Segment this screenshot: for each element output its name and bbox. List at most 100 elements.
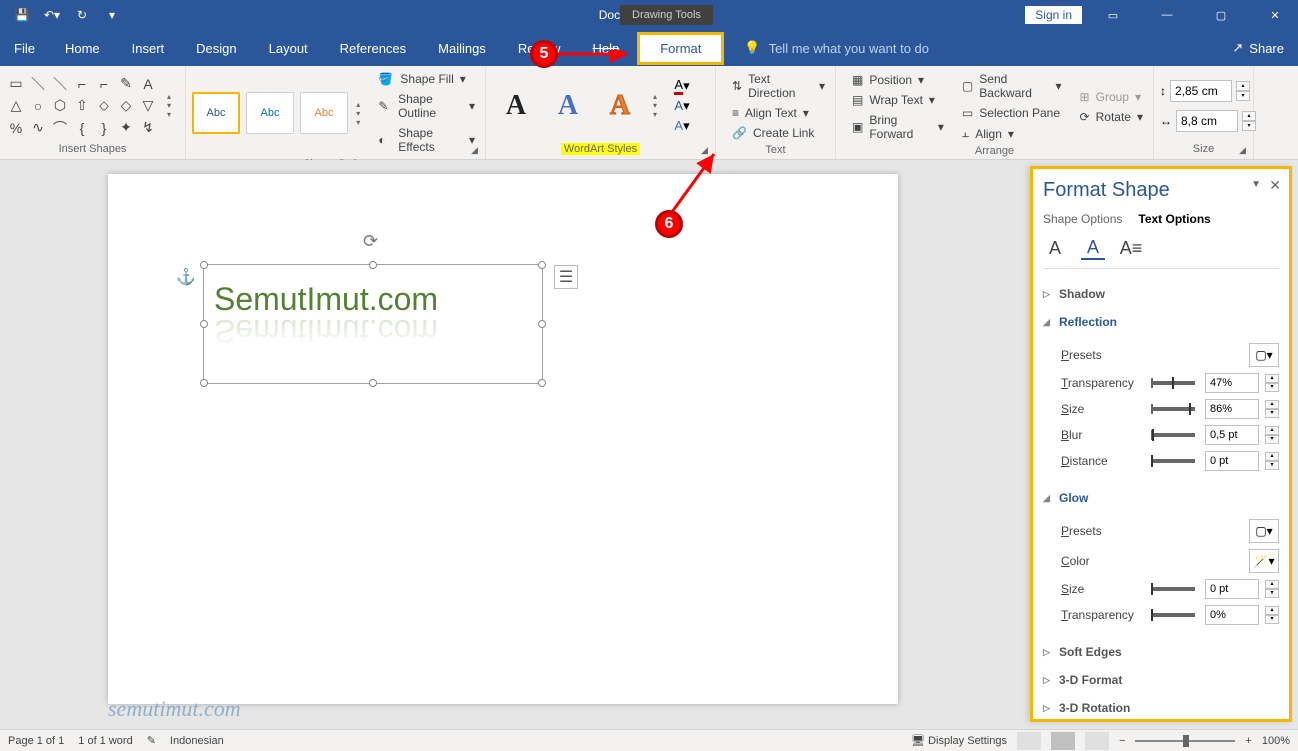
tab-layout[interactable]: Layout [253, 32, 324, 65]
pane-close-icon[interactable]: ✕ [1269, 177, 1281, 194]
pane-options-icon[interactable]: ▼ [1251, 179, 1261, 190]
wordart-style-3[interactable]: A [596, 85, 644, 127]
reflection-blur-input[interactable] [1205, 425, 1259, 445]
section-reflection[interactable]: ◢Reflection [1043, 311, 1279, 333]
pane-tab-shape-options[interactable]: Shape Options [1043, 212, 1122, 226]
reflection-transparency-slider[interactable] [1151, 381, 1195, 385]
save-icon[interactable]: 💾 [8, 2, 36, 28]
tab-file[interactable]: File [0, 32, 49, 65]
wordart-style-2[interactable]: A [544, 85, 592, 127]
shape-styles-more-icon[interactable]: ▴▾▾ [352, 100, 364, 127]
status-page[interactable]: Page 1 of 1 [8, 735, 64, 747]
reflection-distance-slider[interactable] [1151, 459, 1195, 463]
sign-in-button[interactable]: Sign in [1025, 6, 1082, 24]
glow-transparency-input[interactable] [1205, 605, 1259, 625]
selection-pane-button[interactable]: ▭Selection Pane [958, 104, 1066, 122]
zoom-level[interactable]: 100% [1262, 735, 1290, 747]
reflection-size-spinner[interactable]: ▴▾ [1265, 400, 1279, 418]
resize-handle[interactable] [200, 379, 208, 387]
reflection-transparency-spinner[interactable]: ▴▾ [1265, 374, 1279, 392]
reflection-transparency-input[interactable] [1205, 373, 1259, 393]
reflection-distance-spinner[interactable]: ▴▾ [1265, 452, 1279, 470]
pane-tab-text-options[interactable]: Text Options [1138, 212, 1210, 226]
undo-icon[interactable]: ↶▾ [38, 2, 66, 28]
close-icon[interactable]: ✕ [1252, 0, 1298, 30]
group-button[interactable]: ⊞Group▾ [1076, 88, 1147, 106]
shape-styles-launcher-icon[interactable]: ◢ [471, 145, 481, 155]
redo-icon[interactable]: ↻ [68, 2, 96, 28]
tab-insert[interactable]: Insert [116, 32, 181, 65]
reflection-blur-slider[interactable] [1151, 433, 1195, 437]
send-backward-button[interactable]: ▢Send Backward▾ [958, 70, 1066, 102]
section-3d-format[interactable]: ▷3-D Format [1043, 669, 1279, 691]
section-glow[interactable]: ◢Glow [1043, 487, 1279, 509]
section-3d-rotation[interactable]: ▷3-D Rotation [1043, 697, 1279, 719]
section-shadow[interactable]: ▷Shadow [1043, 283, 1279, 305]
rotate-handle-icon[interactable]: ⟳ [363, 231, 383, 251]
shape-fill-button[interactable]: 🪣Shape Fill▾ [374, 70, 479, 88]
align-text-button[interactable]: ≡Align Text▾ [728, 104, 829, 122]
status-language[interactable]: Indonesian [170, 735, 224, 747]
text-outline-button[interactable]: A▾ [670, 97, 694, 115]
view-print-layout-icon[interactable] [1051, 732, 1075, 750]
maximize-icon[interactable]: ▢ [1198, 0, 1244, 30]
tab-home[interactable]: Home [49, 32, 116, 65]
bring-forward-button[interactable]: ▣Bring Forward▾ [848, 111, 948, 143]
height-input[interactable] [1170, 80, 1232, 102]
resize-handle[interactable] [538, 379, 546, 387]
glow-size-spinner[interactable]: ▴▾ [1265, 580, 1279, 598]
shapes-more-icon[interactable]: ▴▾▾ [162, 92, 176, 119]
tab-format[interactable]: Format [637, 32, 724, 65]
rotate-button[interactable]: ⟳Rotate▾ [1076, 108, 1147, 126]
tab-design[interactable]: Design [180, 32, 252, 65]
share-button[interactable]: ↗ Share [1232, 40, 1284, 56]
width-input[interactable] [1176, 110, 1238, 132]
shape-effects-button[interactable]: ◐Shape Effects▾ [374, 124, 479, 156]
glow-transparency-slider[interactable] [1151, 613, 1195, 617]
text-effects-tab-icon[interactable]: A [1081, 236, 1105, 260]
glow-size-slider[interactable] [1151, 587, 1195, 591]
minimize-icon[interactable]: — [1144, 0, 1190, 30]
text-fill-button[interactable]: A▾ [670, 77, 694, 95]
reflection-distance-input[interactable] [1205, 451, 1259, 471]
wordart-more-icon[interactable]: ▴▾▾ [648, 92, 662, 119]
wordart-text[interactable]: SemutImut.com [204, 265, 542, 318]
wordart-style-1[interactable]: A [492, 85, 540, 127]
glow-color-button[interactable]: 🪄▾ [1249, 549, 1279, 573]
position-button[interactable]: ▦Position▾ [848, 71, 948, 89]
shape-outline-button[interactable]: ✎Shape Outline▾ [374, 90, 479, 122]
resize-handle[interactable] [369, 379, 377, 387]
tab-mailings[interactable]: Mailings [422, 32, 502, 65]
glow-presets-button[interactable]: ▢▾ [1249, 519, 1279, 543]
zoom-in-icon[interactable]: + [1245, 735, 1251, 747]
reflection-presets-button[interactable]: ▢▾ [1249, 343, 1279, 367]
align-button[interactable]: ⫠Align▾ [958, 124, 1066, 143]
wrap-text-button[interactable]: ▤Wrap Text▾ [848, 91, 948, 109]
glow-transparency-spinner[interactable]: ▴▾ [1265, 606, 1279, 624]
text-fill-outline-icon[interactable]: A [1043, 236, 1067, 260]
text-direction-button[interactable]: ⇅Text Direction▾ [728, 70, 829, 102]
size-launcher-icon[interactable]: ◢ [1239, 145, 1249, 155]
tab-references[interactable]: References [324, 32, 422, 65]
wordart-textbox[interactable]: ⟳ ⚓ ☰ SemutImut.com SemutImut.com [203, 264, 543, 384]
shapes-gallery[interactable]: ▭＼＼⌐⌐✎A △○⬡⇧⬦◇▽ %∿⌒{}✦↯ [6, 74, 158, 138]
zoom-out-icon[interactable]: − [1119, 735, 1125, 747]
shape-style-2[interactable]: Abc [246, 92, 294, 134]
shape-style-1[interactable]: Abc [192, 92, 240, 134]
textbox-tab-icon[interactable]: A≡ [1119, 236, 1143, 260]
reflection-blur-spinner[interactable]: ▴▾ [1265, 426, 1279, 444]
layout-options-icon[interactable]: ☰ [554, 265, 578, 289]
display-settings-button[interactable]: 🖥 Display Settings [911, 734, 1007, 747]
create-link-button[interactable]: 🔗Create Link [728, 124, 829, 142]
text-effects-button[interactable]: A▾ [670, 117, 694, 135]
shape-style-3[interactable]: Abc [300, 92, 348, 134]
zoom-slider[interactable] [1135, 740, 1235, 742]
view-read-mode-icon[interactable] [1017, 732, 1041, 750]
view-web-layout-icon[interactable] [1085, 732, 1109, 750]
tell-me-search[interactable]: 💡 Tell me what you want to do [744, 40, 929, 56]
ribbon-display-icon[interactable]: ▭ [1090, 0, 1136, 30]
width-spinner[interactable]: ▴▾ [1242, 111, 1256, 131]
reflection-size-input[interactable] [1205, 399, 1259, 419]
height-spinner[interactable]: ▴▾ [1236, 81, 1250, 101]
status-words[interactable]: 1 of 1 word [78, 735, 132, 747]
